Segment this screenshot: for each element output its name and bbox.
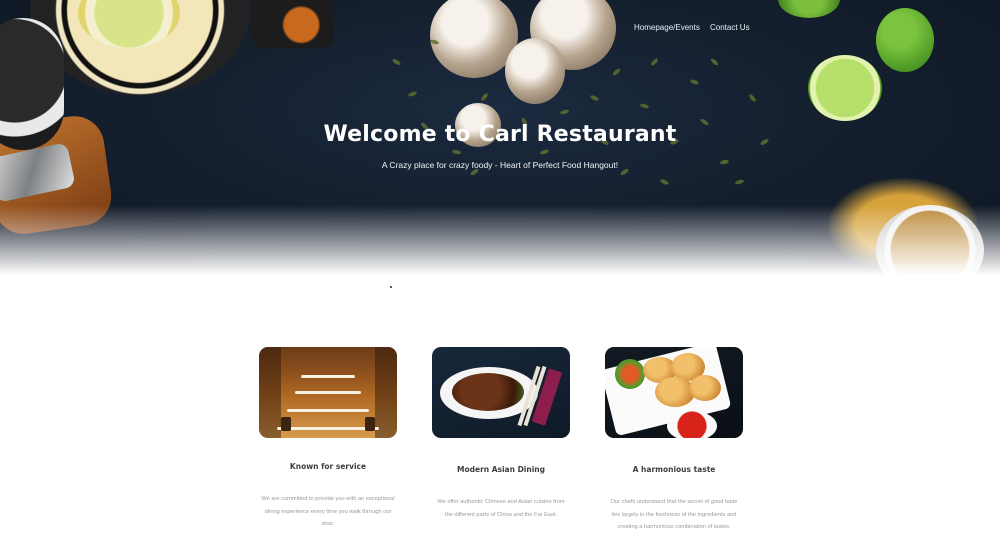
asian-dish-image (432, 347, 570, 438)
table-row-decoration (295, 391, 361, 394)
tea-leaf-decoration (659, 178, 670, 186)
lime-image (778, 0, 840, 18)
wall-shadow (375, 347, 397, 438)
table-row-decoration (301, 375, 355, 378)
chair-decoration (281, 417, 291, 431)
tea-leaf-decoration (539, 148, 550, 156)
feature-card-asian-dining: Modern Asian Dining We offer authentic C… (432, 347, 570, 521)
tea-leaf-decoration (407, 90, 418, 98)
lime-slice-image (808, 55, 882, 121)
feature-title: Modern Asian Dining (457, 465, 545, 474)
nav-link-contact-us[interactable]: Contact Us (710, 23, 750, 32)
tea-leaf-decoration (451, 149, 462, 155)
tea-leaf-decoration (734, 178, 745, 186)
feature-title: A harmonious taste (632, 465, 716, 474)
tea-leaf-decoration (649, 57, 660, 67)
feature-card-harmonious-taste: A harmonious taste Our chefs understand … (605, 347, 743, 534)
garnish-decoration (615, 359, 645, 389)
restaurant-interior-image (259, 347, 397, 438)
feature-card-service: Known for service We are committed to pr… (259, 347, 397, 531)
hero-fade-overlay (0, 205, 1000, 275)
chair-decoration (365, 417, 375, 431)
wall-shadow (259, 347, 281, 438)
feature-description: We offer authentic Chinese and Asian cui… (437, 499, 565, 518)
stray-dot (390, 286, 392, 288)
shrimp-decoration (689, 375, 721, 401)
tea-leaf-decoration (559, 108, 570, 116)
hero-banner: Homepage/Events Contact Us Welcome to Ca… (0, 0, 1000, 275)
tea-leaf-decoration (480, 92, 489, 102)
dipping-sauce-decoration (667, 411, 717, 438)
tea-leaf-decoration (589, 94, 600, 102)
food-decoration (452, 373, 524, 411)
nav-link-homepage-events[interactable]: Homepage/Events (634, 23, 700, 32)
lime-image (876, 8, 934, 72)
hero-subtitle: A Crazy place for crazy foody - Heart of… (381, 160, 619, 170)
tea-leaf-decoration (748, 93, 757, 103)
hero-title: Welcome to Carl Restaurant (323, 122, 677, 147)
tea-leaf-decoration (391, 58, 402, 66)
tea-leaf-decoration (709, 57, 720, 67)
bottle-image (252, 0, 334, 48)
feature-title: Known for service (289, 462, 367, 471)
feature-description: Our chefs understand that the secret of … (610, 499, 738, 530)
feature-description: We are committed to provide you with an … (261, 496, 395, 527)
table-row-decoration (287, 409, 369, 412)
table-row-decoration (277, 427, 379, 430)
tea-leaf-decoration (639, 102, 650, 110)
fried-shrimp-image (605, 347, 743, 438)
cookie-image (505, 38, 565, 104)
tea-leaf-decoration (689, 78, 700, 86)
tea-leaf-decoration (611, 67, 622, 77)
